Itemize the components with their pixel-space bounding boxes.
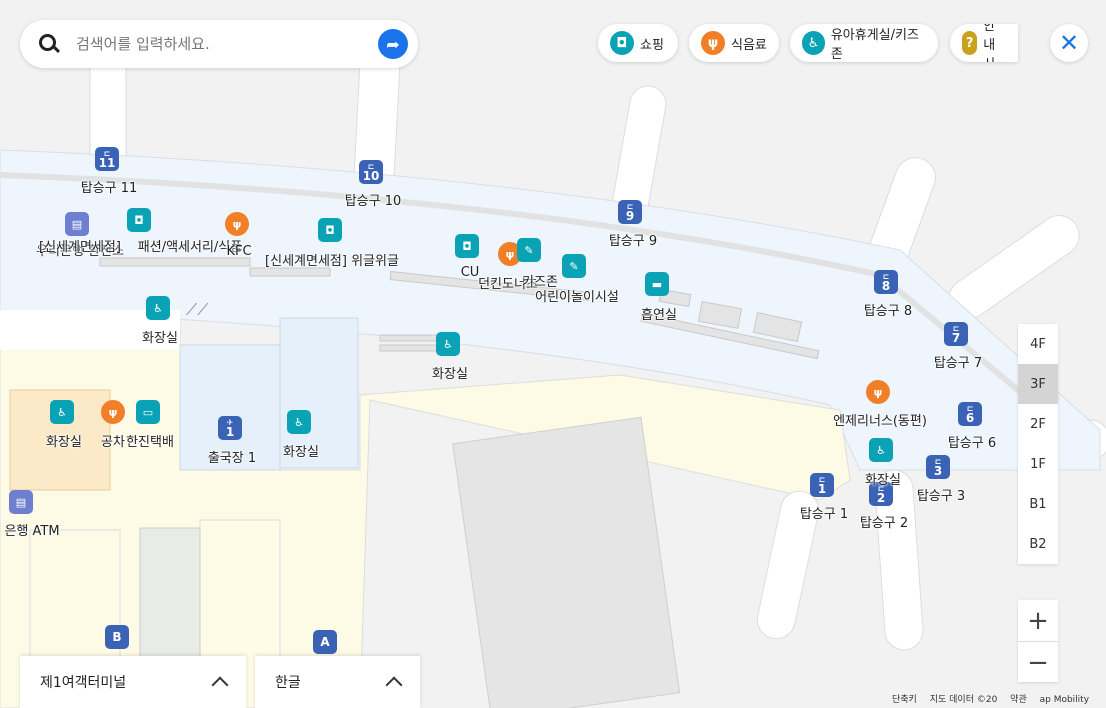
shopping-bag-icon[interactable]: ◘ xyxy=(127,208,151,232)
terminal-dropdown[interactable]: 제1여객터미널 xyxy=(20,656,246,708)
stroller-icon: ♿ xyxy=(802,31,825,55)
gate-icon: ⊏ 10 xyxy=(359,160,383,184)
playground-icon[interactable]: ✎ xyxy=(562,254,586,278)
zone-b-icon[interactable]: B xyxy=(105,625,129,649)
poi-departure[interactable]: 출국장 1 xyxy=(208,447,256,466)
poi-restroom[interactable]: 화장실 xyxy=(865,469,901,488)
search-icon[interactable] xyxy=(38,33,60,55)
floor-selector: 4F 3F 2F 1F B1 B2 xyxy=(1018,324,1058,564)
shopping-bag-icon: ◘ xyxy=(610,31,634,55)
shortcut-link[interactable]: 단축키 xyxy=(892,695,917,705)
fork-knife-icon[interactable]: ψ xyxy=(866,380,890,404)
gate-label: 탑승구 8 xyxy=(863,304,913,319)
category-shopping-button[interactable]: ◘ 쇼핑 xyxy=(598,24,678,62)
gate-label: 탑승구 2 xyxy=(859,516,909,531)
zone-a-icon[interactable]: A xyxy=(313,630,337,654)
category-nursery-button[interactable]: ♿ 유아휴게실/키즈존 xyxy=(790,24,938,62)
poi-restroom[interactable]: 화장실 xyxy=(46,431,82,450)
gate-icon: ⊏ 1 xyxy=(810,473,834,497)
gate-icon: ⊏ 3 xyxy=(926,455,950,479)
floor-2f[interactable]: 2F xyxy=(1018,404,1058,444)
map-data-copyright: 지도 데이터 ©20 xyxy=(929,695,998,705)
smoking-icon[interactable]: ▬ xyxy=(645,272,669,296)
category-food-button[interactable]: ψ 식음료 xyxy=(689,24,779,62)
chevron-up-icon xyxy=(211,676,229,694)
poi-gongcha[interactable]: 공차 xyxy=(101,431,125,450)
gate-icon: ⊏ 11 xyxy=(95,147,119,171)
floor-3f[interactable]: 3F xyxy=(1018,364,1058,404)
provider-credit: ap Mobility xyxy=(1039,695,1090,705)
question-icon: ? xyxy=(962,31,978,55)
floor-1f[interactable]: 1F xyxy=(1018,444,1058,484)
gate-label: 탑승구 9 xyxy=(608,234,658,249)
terminal-label: 제1여객터미널 xyxy=(40,675,127,691)
close-icon: ✕ xyxy=(1058,29,1080,57)
poi-cu[interactable]: CU xyxy=(461,265,480,280)
zoom-in-button[interactable]: + xyxy=(1018,600,1058,641)
departure-plane-icon[interactable]: ✈ 1 xyxy=(218,416,242,440)
restroom-icon[interactable]: ♿ xyxy=(287,410,311,434)
restroom-icon[interactable]: ♿ xyxy=(436,332,460,356)
poi-angelinus[interactable]: 엔제리너스(동편) xyxy=(833,410,927,429)
poi-restroom[interactable]: 화장실 xyxy=(432,363,468,382)
floor-4f[interactable]: 4F xyxy=(1018,324,1058,364)
floor-b2[interactable]: B2 xyxy=(1018,524,1058,564)
map-footer: 단축키 지도 데이터 ©20 약관 ap Mobility xyxy=(892,692,1099,705)
fork-knife-icon: ψ xyxy=(701,31,725,55)
atm-icon[interactable]: ▤ xyxy=(65,212,89,236)
close-button[interactable]: ✕ xyxy=(1050,24,1088,62)
gate-icon: ⊏ 9 xyxy=(618,200,642,224)
gate-label: 탑승구 7 xyxy=(933,356,983,371)
restroom-icon[interactable]: ♿ xyxy=(50,400,74,424)
chip-label: 안내시 xyxy=(983,24,996,62)
restroom-icon[interactable]: ♿ xyxy=(146,296,170,320)
directions-arrow-icon: ➦ xyxy=(386,34,400,54)
poi-duty-free-overlap[interactable]: [신세계면세점] xyxy=(39,236,121,255)
gate-label: 탑승구 6 xyxy=(947,436,997,451)
delivery-truck-icon[interactable]: ▭ xyxy=(136,400,160,424)
atm-icon[interactable]: ▤ xyxy=(9,490,33,514)
chip-label: 쇼핑 xyxy=(640,37,664,53)
chip-label: 식음료 xyxy=(731,37,767,53)
shopping-bag-icon[interactable]: ◘ xyxy=(455,234,479,258)
directions-button[interactable]: ➦ xyxy=(378,29,408,59)
shopping-bag-icon[interactable]: ◘ xyxy=(318,218,342,242)
fork-knife-icon[interactable]: ψ xyxy=(225,212,249,236)
poi-hanjin[interactable]: 한진택배 xyxy=(126,431,174,450)
gate-label: 탑승구 10 xyxy=(344,194,402,209)
category-info-button[interactable]: ? 안내시 xyxy=(950,24,1018,62)
poi-kfc[interactable]: KFC xyxy=(226,244,251,259)
gate-icon: ⊏ 6 xyxy=(958,402,982,426)
zoom-out-button[interactable]: − xyxy=(1018,642,1058,683)
chip-label: 유아휴게실/키즈존 xyxy=(830,28,919,62)
search-bar: ➦ xyxy=(20,20,418,68)
language-label: 한글 xyxy=(275,675,301,691)
zoom-control: + − xyxy=(1018,600,1058,682)
fork-knife-icon[interactable]: ψ xyxy=(101,400,125,424)
escalator-icon: ⟋⟋ xyxy=(186,300,209,319)
poi-atm[interactable]: 은행 ATM xyxy=(4,520,59,539)
gate-label: 탑승구 3 xyxy=(916,489,966,504)
gate-icon: ⊏ 8 xyxy=(874,270,898,294)
poi-restroom[interactable]: 화장실 xyxy=(142,327,178,346)
poi-restroom[interactable]: 화장실 xyxy=(283,441,319,460)
gate-icon: ⊏ 7 xyxy=(944,322,968,346)
gate-label: 탑승구 11 xyxy=(80,181,138,196)
poi-wiglewigle[interactable]: [신세계면세점] 위글위글 xyxy=(265,250,399,269)
floor-b1[interactable]: B1 xyxy=(1018,484,1058,524)
chevron-up-icon xyxy=(385,676,403,694)
language-dropdown[interactable]: 한글 xyxy=(255,656,420,708)
terms-link[interactable]: 약관 xyxy=(1010,695,1027,705)
gate-label: 탑승구 1 xyxy=(799,507,849,522)
kids-zone-icon[interactable]: ✎ xyxy=(517,238,541,262)
search-input[interactable] xyxy=(74,34,368,54)
poi-playground[interactable]: 어린이놀이시설 xyxy=(535,286,619,305)
restroom-icon[interactable]: ♿ xyxy=(869,438,893,462)
poi-smoking[interactable]: 흡연실 xyxy=(641,304,677,323)
